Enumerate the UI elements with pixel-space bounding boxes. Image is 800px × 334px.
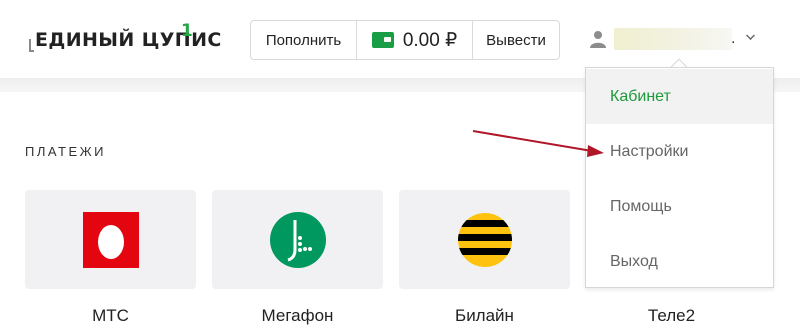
menu-item-help[interactable]: Помощь: [586, 179, 773, 234]
balance-display[interactable]: 0.00 ₽: [357, 21, 473, 59]
payment-card-mts[interactable]: [25, 190, 196, 289]
logo-corner-mark: [29, 39, 34, 52]
logo-superscript: 1: [181, 21, 194, 41]
payment-label-megafon: Мегафон: [261, 306, 334, 325]
section-title-payments: ПЛАТЕЖИ: [25, 144, 106, 159]
payment-card-beeline[interactable]: [399, 190, 570, 289]
username-suffix: .: [731, 30, 736, 47]
payment-label-tele2: Теле2: [647, 306, 696, 325]
beeline-logo: [457, 212, 512, 267]
chevron-down-icon[interactable]: [746, 31, 755, 40]
wallet-icon: [371, 32, 394, 48]
balance-value: 0.00 ₽: [402, 29, 458, 51]
user-icon[interactable]: [589, 30, 607, 48]
logo-text: ЕДИНЫЙ ЦУПИС: [35, 29, 222, 51]
payment-label-mts: МТС: [92, 306, 129, 325]
menu-item-settings[interactable]: Настройки: [586, 124, 773, 179]
topup-button[interactable]: Пополнить: [251, 21, 357, 59]
mts-logo: [82, 211, 139, 268]
megafon-logo: [269, 211, 326, 268]
menu-item-cabinet[interactable]: Кабинет: [586, 69, 773, 124]
menu-item-logout[interactable]: Выход: [586, 234, 773, 289]
payment-card-megafon[interactable]: [212, 190, 383, 289]
username-redacted[interactable]: [614, 28, 732, 50]
payment-label-beeline: Билайн: [455, 306, 514, 325]
wallet-bar: Пополнить 0.00 ₽ Вывести: [250, 20, 560, 60]
user-dropdown-menu: Кабинет Настройки Помощь Выход: [585, 67, 774, 288]
withdraw-button[interactable]: Вывести: [473, 21, 559, 59]
